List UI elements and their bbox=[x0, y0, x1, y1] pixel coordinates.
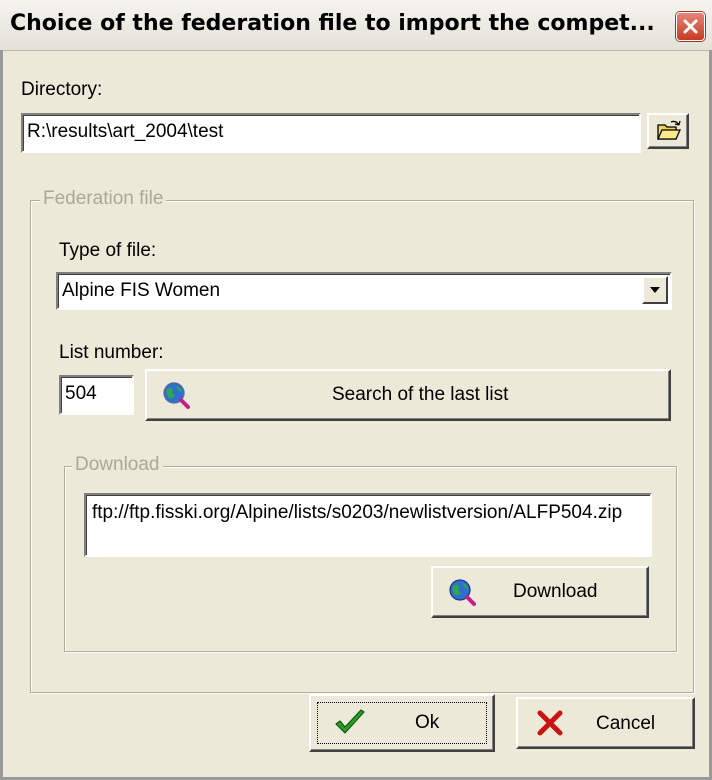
close-icon bbox=[683, 19, 698, 34]
ok-button[interactable]: Ok bbox=[309, 694, 495, 752]
window-frame-left bbox=[0, 50, 3, 780]
type-of-file-label: Type of file: bbox=[59, 240, 157, 261]
dialog-title: Choice of the federation file to import … bbox=[10, 11, 655, 36]
globe-magnifier-icon bbox=[163, 382, 190, 409]
directory-label: Directory: bbox=[21, 79, 103, 100]
download-button-label: Download bbox=[513, 581, 598, 602]
list-number-label: List number: bbox=[59, 342, 164, 363]
red-x-icon bbox=[537, 710, 563, 736]
type-of-file-dropdown-button[interactable] bbox=[642, 276, 668, 304]
download-button[interactable]: Download bbox=[431, 566, 649, 618]
federation-file-legend: Federation file bbox=[40, 188, 167, 210]
close-button[interactable] bbox=[676, 12, 705, 41]
search-last-list-label: Search of the last list bbox=[332, 384, 509, 405]
download-url-field[interactable]: ftp://ftp.fisski.org/Alpine/lists/s0203/… bbox=[84, 493, 652, 557]
open-folder-icon bbox=[656, 120, 682, 140]
title-bar[interactable]: Choice of the federation file to import … bbox=[0, 0, 712, 51]
type-of-file-select[interactable]: Alpine FIS Women bbox=[56, 272, 672, 310]
type-of-file-value: Alpine FIS Women bbox=[62, 280, 221, 301]
green-checkmark-icon bbox=[335, 709, 365, 734]
browse-button[interactable] bbox=[647, 113, 689, 149]
directory-input[interactable]: R:\results\art_2004\test bbox=[21, 113, 641, 153]
cancel-button-label: Cancel bbox=[596, 713, 656, 734]
import-dialog: Choice of the federation file to import … bbox=[0, 0, 712, 780]
download-legend: Download bbox=[72, 454, 163, 476]
cancel-button[interactable]: Cancel bbox=[516, 697, 695, 749]
chevron-down-icon bbox=[650, 287, 660, 293]
search-last-list-button[interactable]: Search of the last list bbox=[145, 369, 671, 421]
globe-magnifier-icon bbox=[449, 579, 476, 606]
list-number-input[interactable]: 504 bbox=[59, 375, 134, 415]
ok-button-label: Ok bbox=[415, 712, 440, 733]
